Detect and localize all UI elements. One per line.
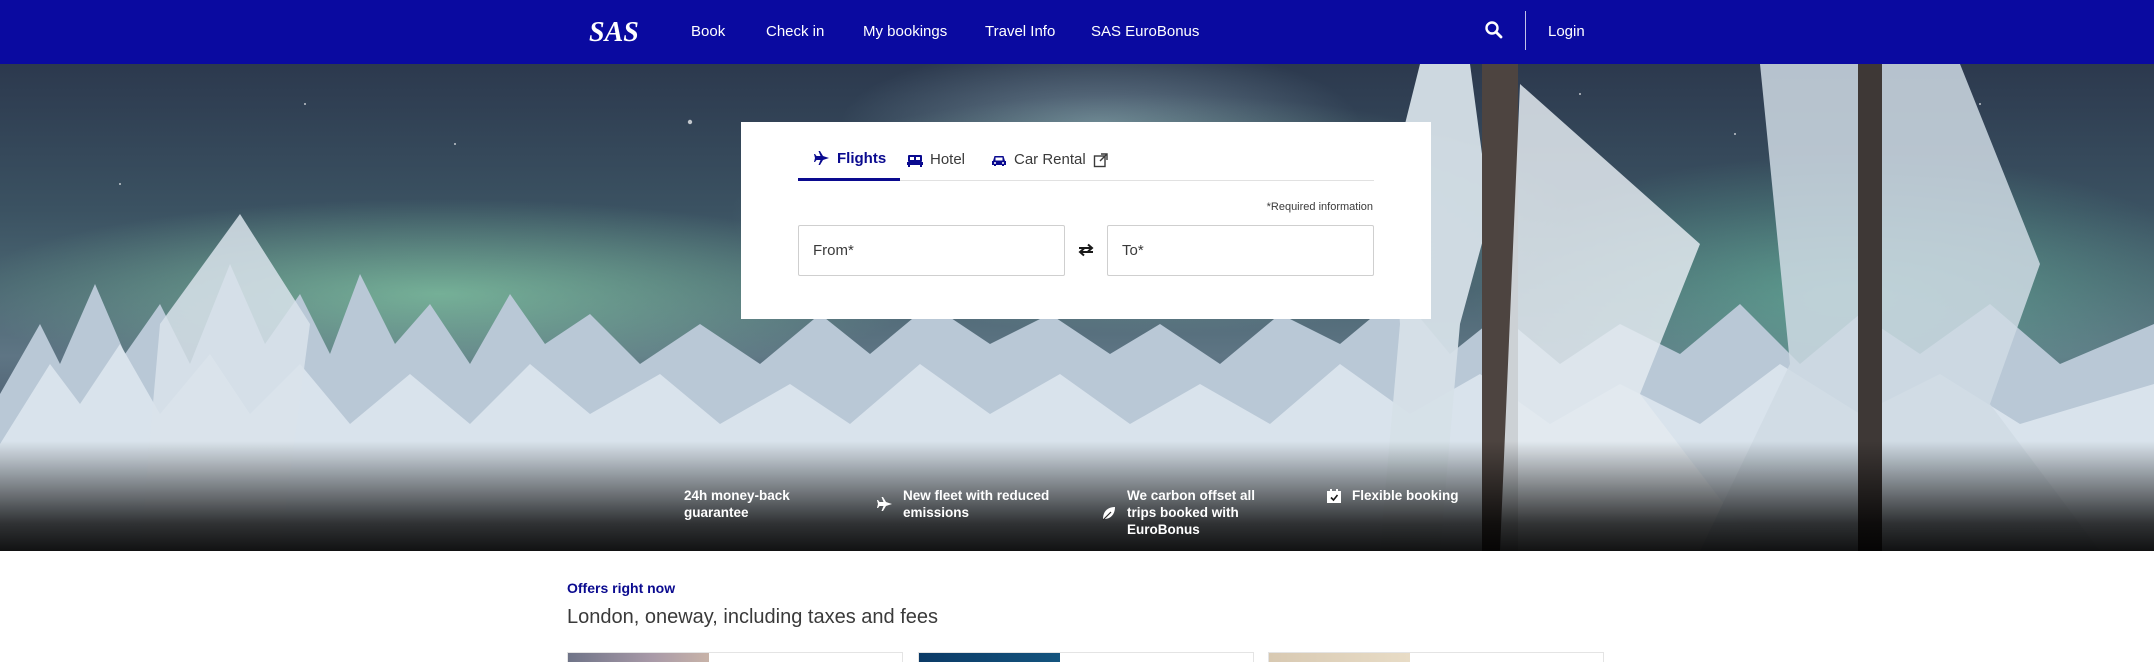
- tab-flights-label: Flights: [837, 149, 887, 167]
- to-field[interactable]: [1107, 225, 1374, 276]
- leaf-icon: [1101, 505, 1117, 521]
- offer-image: [919, 653, 1060, 662]
- offer-card[interactable]: [1268, 652, 1604, 662]
- offer-image: [1269, 653, 1410, 662]
- offer-card[interactable]: [918, 652, 1254, 662]
- svg-text:SAS: SAS: [589, 17, 639, 48]
- plane-icon: [814, 150, 830, 166]
- offer-card[interactable]: [567, 652, 903, 662]
- login-link[interactable]: Login: [1548, 20, 1585, 44]
- tab-car-rental-label: Car Rental: [1014, 151, 1086, 168]
- money-back-icon: [658, 496, 674, 512]
- usp-carbon-offset-text: We carbon offset all trips booked with E…: [1127, 488, 1256, 537]
- required-info-note: *Required information: [1266, 201, 1373, 213]
- usp-flexible-booking: Flexible booking: [1326, 487, 1506, 504]
- tab-hotel[interactable]: Hotel: [907, 138, 965, 181]
- usp-new-fleet-text: New fleet with reduced emissions: [903, 488, 1050, 520]
- plane-icon: [877, 496, 893, 512]
- hero-bottom-gradient: [0, 441, 2154, 551]
- offers-title: London, oneway, including taxes and fees: [567, 606, 939, 628]
- booking-widget: Flights Hotel Car Rental *Required infor…: [741, 122, 1431, 319]
- nav-check-in[interactable]: Check in: [766, 20, 824, 44]
- tab-hotel-label: Hotel: [930, 151, 966, 168]
- offer-image: [568, 653, 709, 662]
- search-icon: [1485, 21, 1503, 39]
- nav-sas-eurobonus[interactable]: SAS EuroBonus: [1091, 20, 1199, 44]
- swap-button[interactable]: [1076, 240, 1096, 260]
- tab-car-rental[interactable]: Car Rental: [991, 138, 1109, 181]
- car-icon: [991, 152, 1007, 168]
- external-link-icon: [1093, 152, 1109, 168]
- to-input[interactable]: [1108, 226, 1373, 275]
- from-field[interactable]: [798, 225, 1065, 276]
- usp-carbon-offset: We carbon offset all trips booked with E…: [1101, 487, 1301, 538]
- search-button[interactable]: [1484, 18, 1504, 42]
- nav-divider: [1525, 11, 1526, 50]
- nav-my-bookings[interactable]: My bookings: [863, 20, 947, 44]
- usp-money-back: 24h money-back guarantee: [658, 487, 838, 521]
- usp-money-back-text: 24h money-back guarantee: [684, 488, 790, 520]
- from-input[interactable]: [799, 226, 1064, 275]
- tab-flights[interactable]: Flights: [798, 138, 901, 181]
- sas-logo[interactable]: SAS: [587, 14, 651, 48]
- swap-arrows-icon: [1078, 243, 1094, 257]
- sas-logo-mark: SAS: [589, 17, 639, 48]
- calendar-icon: [1326, 488, 1342, 504]
- usp-new-fleet: New fleet with reduced emissions: [877, 487, 1077, 521]
- usp-flexible-booking-text: Flexible booking: [1352, 488, 1459, 503]
- bed-icon: [907, 152, 923, 168]
- top-navigation-bar: SAS Book Check in My bookings Travel Inf…: [0, 0, 2154, 64]
- booking-tabs: Flights Hotel Car Rental: [798, 138, 1374, 181]
- offers-label: Offers right now: [567, 580, 676, 596]
- nav-book[interactable]: Book: [691, 20, 725, 44]
- nav-travel-info[interactable]: Travel Info: [985, 20, 1055, 44]
